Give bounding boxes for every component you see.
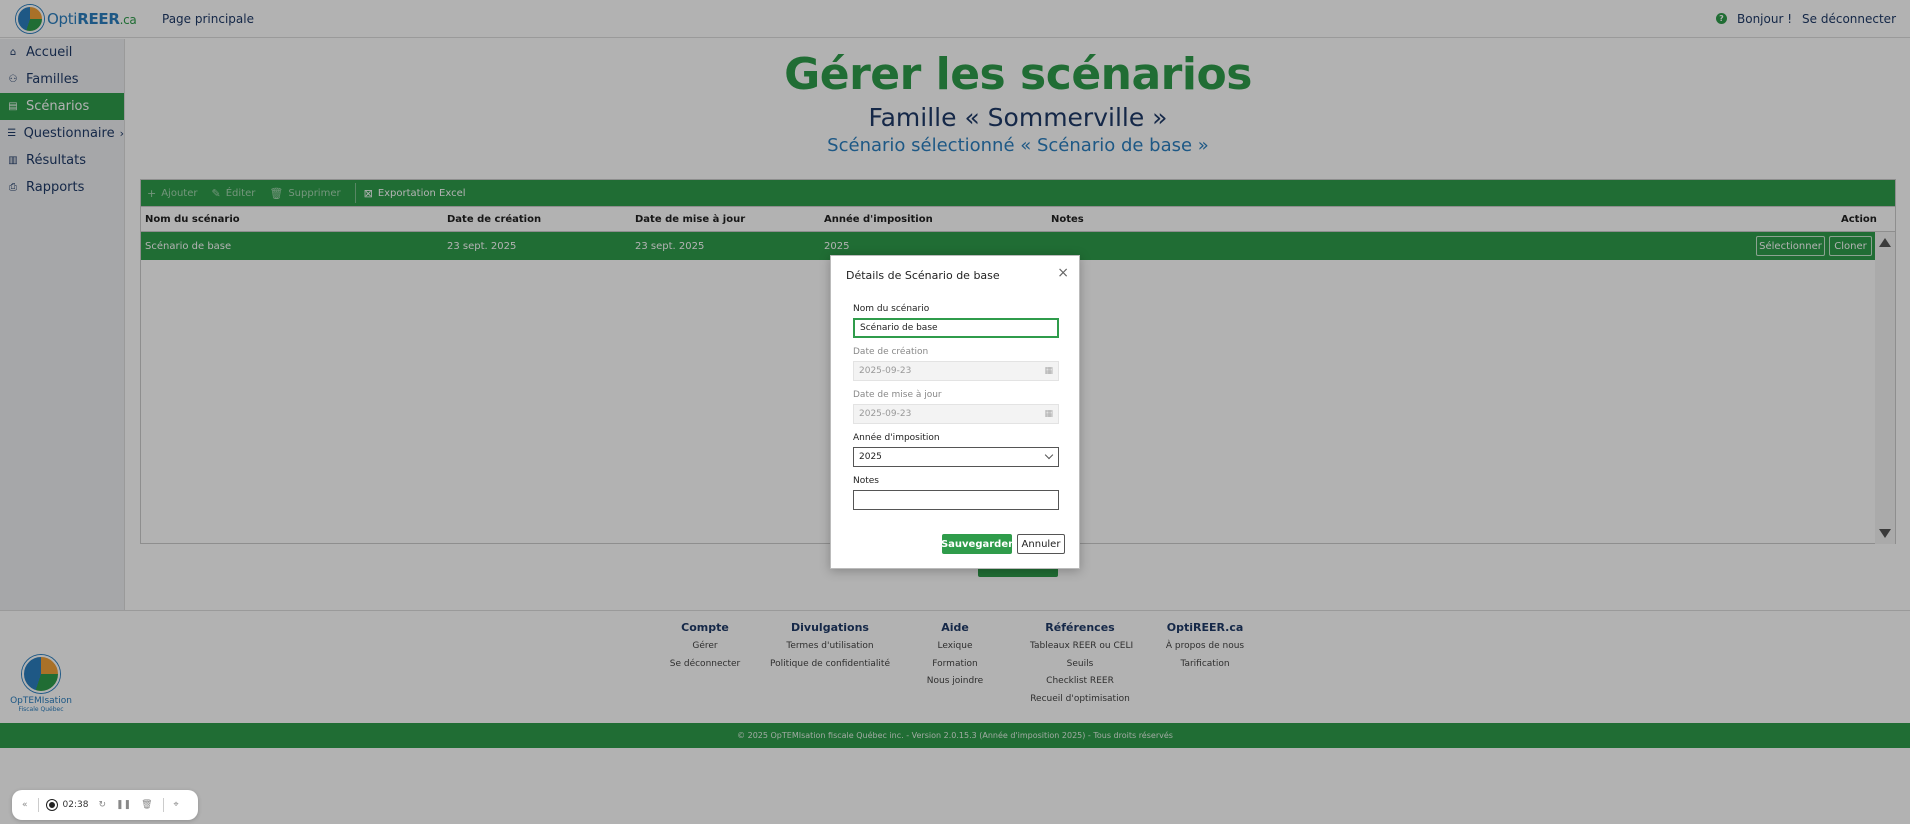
- dialog-title: Détails de Scénario de base: [846, 269, 1000, 282]
- cancel-button[interactable]: Annuler: [1017, 534, 1065, 554]
- divider: [37, 798, 39, 812]
- notes-input[interactable]: [853, 490, 1059, 510]
- delete-icon[interactable]: 🗑: [141, 800, 152, 810]
- pause-icon[interactable]: ❚❚: [116, 800, 131, 810]
- scenario-details-dialog: Détails de Scénario de base × Nom du scé…: [830, 255, 1080, 569]
- scenario-name-input[interactable]: Scénario de base: [853, 318, 1059, 338]
- created-label: Date de création: [853, 347, 929, 357]
- recorder-widget: « 02:38 ↻ ❚❚ 🗑 ⌖: [12, 790, 198, 820]
- pointer-icon[interactable]: ⌖: [174, 800, 179, 810]
- updated-label: Date de mise à jour: [853, 390, 942, 400]
- calendar-icon: ▦: [1044, 409, 1053, 419]
- save-button[interactable]: Sauvegarder: [941, 534, 1013, 554]
- chevron-down-icon: [1044, 450, 1054, 460]
- name-label: Nom du scénario: [853, 304, 930, 314]
- recording-time: 02:38: [62, 800, 89, 810]
- notes-label: Notes: [853, 476, 879, 486]
- created-date-input: 2025-09-23 ▦: [853, 361, 1059, 381]
- close-icon[interactable]: ×: [1057, 266, 1069, 280]
- tax-year-select[interactable]: 2025: [853, 447, 1059, 467]
- collapse-icon[interactable]: «: [22, 800, 28, 810]
- record-icon[interactable]: [46, 800, 57, 810]
- updated-date-input: 2025-09-23 ▦: [853, 404, 1059, 424]
- divider: [162, 798, 164, 812]
- calendar-icon: ▦: [1044, 366, 1053, 376]
- restart-icon[interactable]: ↻: [98, 800, 106, 810]
- year-label: Année d'imposition: [853, 433, 940, 443]
